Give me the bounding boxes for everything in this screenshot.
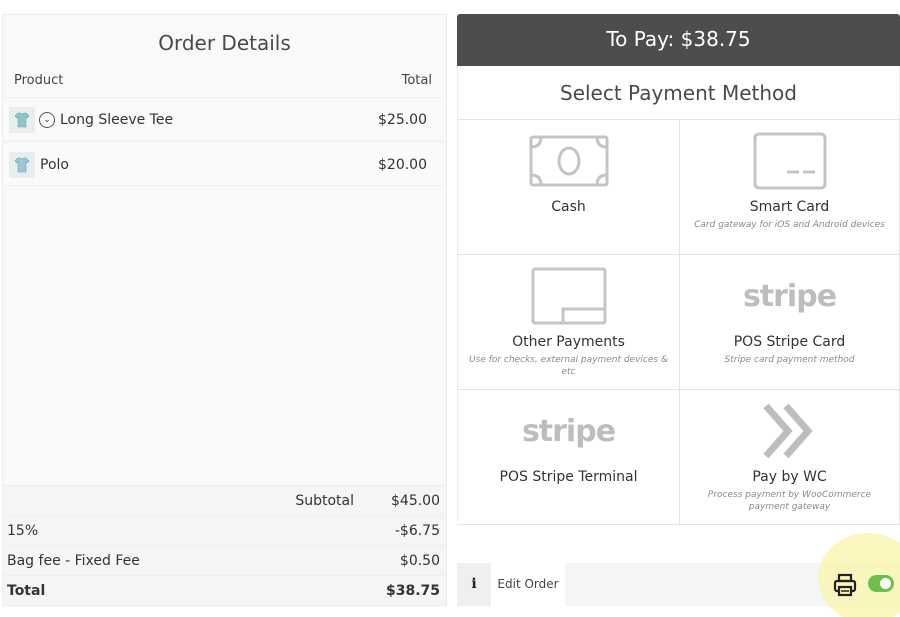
print-receipt-toggle[interactable] [868, 575, 894, 592]
card-icon [680, 130, 899, 192]
printer-icon[interactable] [833, 573, 857, 597]
payment-method-label: POS Stripe Card [733, 334, 846, 350]
payment-panel: To Pay: $38.75 Select Payment Method Cas… [457, 14, 900, 617]
discount-label: 15% [7, 523, 39, 539]
edit-order-button[interactable]: Edit Order [491, 563, 565, 606]
payment-method-label: Smart Card [749, 199, 830, 215]
product-column-header: Product [14, 73, 64, 88]
cash-icon [458, 130, 679, 192]
shirt-thumbnail-icon [9, 107, 35, 133]
fee-row: Bag fee - Fixed Fee $0.50 [3, 545, 446, 575]
subtotal-value: $45.00 [391, 493, 440, 509]
payment-footer-bar: i Edit Order [457, 533, 900, 617]
line-item-name: Long Sleeve Tee [60, 112, 174, 128]
payment-method-smart-card[interactable]: Smart Card Card gateway for iOS and Andr… [680, 120, 900, 255]
discount-value: -$6.75 [394, 523, 440, 539]
order-totals: Subtotal $45.00 15% -$6.75 Bag fee - Fix… [3, 485, 446, 605]
fee-label: Bag fee - Fixed Fee [7, 553, 140, 569]
payment-method-cash[interactable]: Cash [457, 120, 680, 255]
payment-method-description: Card gateway for iOS and Android devices [694, 220, 885, 230]
subtotal-label: Subtotal [295, 493, 354, 509]
payment-method-pos-stripe-terminal[interactable]: stripe POS Stripe Terminal [457, 390, 680, 525]
total-value: $38.75 [385, 583, 440, 599]
payment-method-pos-stripe-card[interactable]: stripe POS Stripe Card Stripe card payme… [680, 255, 900, 390]
payment-method-label: Cash [551, 199, 586, 215]
payment-method-description: Process payment by WooCommerce payment g… [707, 490, 872, 512]
to-pay-header: To Pay: $38.75 [457, 14, 900, 66]
stripe-logo-text: stripe [742, 278, 837, 314]
info-button[interactable]: i [457, 563, 491, 606]
double-chevron-right-icon [680, 400, 899, 462]
payment-method-other[interactable]: Other Payments Use for checks, external … [457, 255, 680, 390]
order-line-item[interactable]: Polo $20.00 [3, 142, 446, 186]
toggle-knob [880, 578, 891, 589]
order-details-panel: Order Details Product Total ⌄ Long Sleev… [2, 14, 447, 606]
subtotal-row: Subtotal $45.00 [3, 485, 446, 515]
stripe-logo-icon: stripe [680, 265, 899, 327]
payment-method-label: Other Payments [512, 334, 625, 350]
order-details-title: Order Details [158, 31, 291, 55]
payment-method-description: Stripe card payment method [724, 355, 855, 365]
expand-variations-icon[interactable]: ⌄ [39, 112, 55, 128]
total-column-header: Total [401, 73, 432, 88]
payment-method-description: Use for checks, external payment devices… [469, 355, 668, 377]
payment-method-pay-by-wc[interactable]: Pay by WC Process payment by WooCommerce… [680, 390, 900, 525]
payment-method-grid: Cash Smart Card Card gateway for iOS and… [457, 120, 900, 525]
shirt-thumbnail-icon [9, 152, 35, 178]
payment-method-label: POS Stripe Terminal [499, 469, 638, 485]
stripe-logo-icon: stripe [458, 400, 679, 462]
fee-value: $0.50 [399, 553, 440, 569]
other-payment-icon [458, 265, 679, 327]
total-row: Total $38.75 [3, 575, 446, 605]
line-item-price: $20.00 [378, 157, 427, 173]
stripe-logo-text: stripe [521, 413, 616, 449]
select-payment-title: Select Payment Method [457, 66, 900, 120]
line-item-price: $25.00 [378, 112, 427, 128]
order-line-item[interactable]: ⌄ Long Sleeve Tee $25.00 [3, 97, 446, 141]
total-label: Total [7, 583, 46, 599]
order-columns-header: Product Total [3, 73, 446, 97]
discount-row: 15% -$6.75 [3, 515, 446, 545]
line-item-name: Polo [40, 157, 69, 173]
payment-method-label: Pay by WC [752, 469, 827, 485]
